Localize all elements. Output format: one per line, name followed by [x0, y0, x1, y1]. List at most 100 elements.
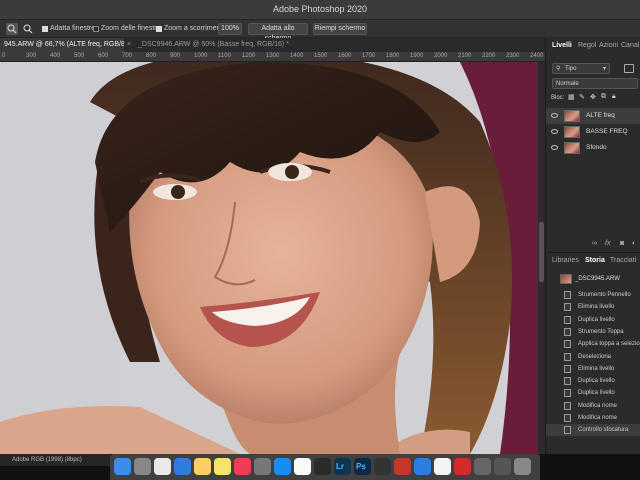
image-canvas[interactable] — [0, 62, 545, 454]
lock-transparent-icon[interactable]: ▦ — [568, 93, 575, 101]
ruler-tick-label: 900 — [170, 53, 181, 59]
tab-adjustments[interactable]: Regol — [578, 42, 596, 49]
history-item-label: Deseleziona — [578, 353, 612, 360]
filter-toggle-icon[interactable] — [624, 64, 634, 73]
history-step-icon — [564, 414, 571, 422]
history-item[interactable]: Deseleziona — [546, 351, 640, 363]
fx-icon[interactable]: fx — [605, 240, 610, 247]
history-item[interactable]: Applica toppa a selezione — [546, 338, 640, 350]
ruler-tick-label: 600 — [98, 53, 109, 59]
bottom-bezel-right — [540, 454, 640, 480]
tab-channels[interactable]: Canal — [621, 42, 639, 49]
history-step-icon — [564, 364, 571, 373]
zoom-all-windows-checkbox[interactable]: Zoom delle finestre — [93, 25, 161, 32]
history-item-label: Strumento Toppa — [578, 328, 624, 335]
adjustment-icon[interactable]: ◐ — [632, 240, 636, 247]
tab-document-1[interactable]: 945.ARW @ 66,7% (ALTE freq, RGB/8) * — [0, 38, 124, 52]
blend-mode-select[interactable]: Normale — [552, 78, 638, 89]
fill-screen-button[interactable]: Riempi schermo — [313, 23, 367, 35]
mask-icon[interactable]: ◙ — [620, 240, 624, 247]
tab-paths[interactable]: Tracciati — [610, 257, 636, 264]
layer-row-basse-freq[interactable]: BASSE FREQ — [546, 124, 640, 140]
tab-layers[interactable]: Livelli — [552, 42, 572, 49]
history-item-label: Duplica livello — [578, 378, 615, 385]
finder-icon[interactable] — [114, 458, 131, 475]
history-item[interactable]: Elimina livello — [546, 363, 640, 375]
utility-icon[interactable] — [494, 458, 511, 475]
zoom-out-icon[interactable] — [22, 23, 34, 35]
tab-libraries[interactable]: Libraries — [552, 257, 579, 264]
history-item[interactable]: Strumento Toppa — [546, 326, 640, 338]
safari-icon[interactable] — [174, 458, 191, 475]
lock-image-icon[interactable]: ✎ — [579, 93, 585, 101]
tab-document-2[interactable]: _DSC9946.ARW @ 50% (Basse freq, RGB/16) … — [134, 38, 294, 52]
close-icon[interactable]: × — [127, 41, 131, 48]
eye-icon[interactable] — [551, 113, 558, 118]
scrubby-zoom-checkbox[interactable]: Zoom a scorrimento — [156, 25, 226, 32]
fit-windows-checkbox[interactable]: Adatta finestre — [42, 25, 95, 32]
history-item[interactable]: Modifica nome — [546, 412, 640, 424]
macos-dock: Lr Ps — [110, 454, 540, 480]
ruler-tick-label: 1000 — [194, 53, 208, 59]
help-icon[interactable] — [474, 458, 491, 475]
history-item[interactable]: Duplica livello — [546, 314, 640, 326]
system-preferences-icon[interactable] — [254, 458, 271, 475]
scrollbar-thumb[interactable] — [539, 222, 544, 282]
vertical-scrollbar[interactable] — [538, 62, 545, 454]
trash-icon[interactable] — [514, 458, 531, 475]
zoom-in-icon[interactable] — [6, 23, 18, 35]
percent-100-button[interactable]: 100% — [218, 23, 242, 35]
history-snapshot[interactable]: _DSC9945.ARW — [546, 272, 640, 288]
textedit-icon[interactable] — [434, 458, 451, 475]
lock-artboard-icon[interactable]: ⧉ — [601, 93, 606, 101]
music-icon[interactable] — [234, 458, 251, 475]
snapshot-name: _DSC9945.ARW — [575, 276, 620, 282]
history-item[interactable]: Strumento Pennello — [546, 289, 640, 301]
history-item[interactable]: Modifica nome — [546, 400, 640, 412]
activity-icon[interactable] — [314, 458, 331, 475]
right-panel: Livelli Regol Azioni Canal ⚲ Tipo ▾ Norm… — [545, 38, 640, 454]
tab-actions[interactable]: Azioni — [599, 42, 618, 49]
ruler-tick-label: 300 — [26, 53, 37, 59]
history-item[interactable]: Duplica livello — [546, 375, 640, 387]
history-item[interactable]: Duplica livello — [546, 387, 640, 399]
chevron-down-icon: ▾ — [603, 66, 607, 72]
eye-icon[interactable] — [551, 129, 558, 134]
acrobat-icon[interactable] — [454, 458, 471, 475]
ruler-tick-label: 1500 — [314, 53, 328, 59]
history-step-icon — [564, 315, 571, 324]
ruler-tick-label: 2100 — [458, 53, 472, 59]
lightroom-label: Lr — [336, 462, 344, 471]
lightroom-icon[interactable]: Lr — [334, 458, 351, 475]
app-icon-2[interactable] — [394, 458, 411, 475]
history-item[interactable]: Elimina livello — [546, 301, 640, 313]
history-step-icon — [564, 426, 571, 435]
app-store-icon[interactable] — [274, 458, 291, 475]
chrome-icon[interactable] — [414, 458, 431, 475]
app-icon[interactable] — [374, 458, 391, 475]
layer-row-alte-freq[interactable]: ALTE freq — [546, 108, 640, 124]
eye-icon[interactable] — [551, 145, 558, 150]
history-step-icon — [564, 327, 571, 336]
calendar-icon[interactable] — [294, 458, 311, 475]
preview-icon[interactable] — [194, 458, 211, 475]
lock-label: Bloc: — [551, 95, 565, 101]
layer-name: BASSE FREQ — [586, 128, 628, 135]
photoshop-icon[interactable]: Ps — [354, 458, 371, 475]
history-item[interactable]: Controllo sfocatura — [546, 424, 640, 437]
lock-all-icon[interactable]: 🔒︎ — [612, 93, 616, 101]
tab-history[interactable]: Storia — [585, 257, 605, 264]
window-title: Adobe Photoshop 2020 — [272, 4, 368, 14]
history-step-icon — [564, 352, 571, 361]
photos-icon[interactable] — [154, 458, 171, 475]
link-icon[interactable]: ∞ — [592, 240, 597, 247]
fit-screen-button[interactable]: Adatta allo schermo — [248, 23, 308, 42]
launchpad-icon[interactable] — [134, 458, 151, 475]
kind-filter-label: Tipo — [565, 66, 577, 72]
layer-row-sfondo[interactable]: Sfondo — [546, 140, 640, 156]
layer-thumbnail — [564, 126, 580, 138]
lock-position-icon[interactable]: ✥ — [590, 93, 596, 101]
kind-filter-select[interactable]: ⚲ Tipo ▾ — [552, 63, 610, 74]
ruler-tick-label: 2400 — [530, 53, 544, 59]
notes-icon[interactable] — [214, 458, 231, 475]
